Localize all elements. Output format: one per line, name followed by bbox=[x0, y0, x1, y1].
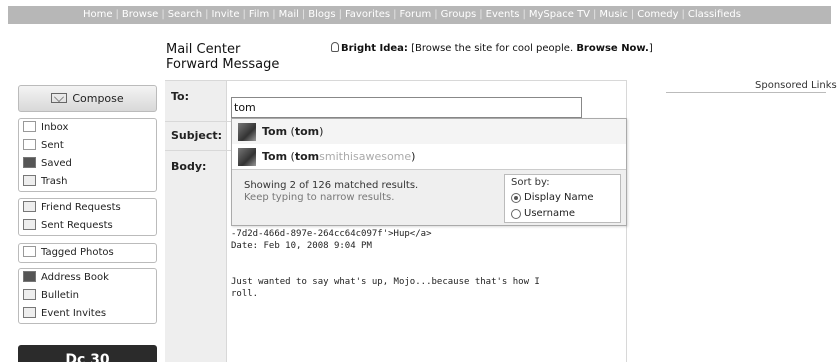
bright-idea-end: ] bbox=[648, 43, 653, 54]
avatar bbox=[238, 123, 256, 141]
nav-link-blogs[interactable]: Blogs bbox=[308, 9, 335, 20]
sidebar-item-label: Bulletin bbox=[41, 290, 79, 301]
sidebar-item-inbox[interactable]: Inbox bbox=[19, 119, 156, 137]
sidebar-item-tagged-photos[interactable]: Tagged Photos bbox=[19, 244, 156, 262]
divider bbox=[165, 80, 627, 81]
nav-link-home[interactable]: Home bbox=[83, 9, 113, 20]
saved-icon bbox=[23, 157, 36, 168]
sidebar-item-address-book[interactable]: Address Book bbox=[19, 269, 156, 287]
sidebar-item-trash[interactable]: Trash bbox=[19, 173, 156, 191]
nav-link-film[interactable]: Film bbox=[249, 9, 269, 20]
tagged-photos-icon bbox=[23, 246, 36, 257]
sidebar-item-label: Event Invites bbox=[41, 308, 107, 319]
autocomplete-result[interactable]: Tom (tom) bbox=[232, 119, 626, 144]
nav-link-classifieds[interactable]: Classifieds bbox=[688, 9, 741, 20]
mail-folders-box: Inbox Sent Saved Trash bbox=[18, 118, 157, 192]
autocomplete-footer: Showing 2 of 126 matched results. Keep t… bbox=[232, 169, 626, 225]
avatar bbox=[238, 148, 256, 166]
sort-display-name-label[interactable]: Display Name bbox=[524, 192, 594, 203]
autocomplete-result[interactable]: Tom (tomsmithisawesome) bbox=[232, 144, 626, 169]
nav-link-search[interactable]: Search bbox=[168, 9, 202, 20]
sidebar-item-label: Trash bbox=[41, 176, 68, 187]
promo-banner[interactable]: Dc 30 bbox=[18, 345, 157, 362]
sponsored-links-label: Sponsored Links bbox=[755, 80, 837, 91]
nav-link-mail[interactable]: Mail bbox=[279, 9, 299, 20]
nav-link-browse[interactable]: Browse bbox=[122, 9, 158, 20]
sort-label: Sort by: bbox=[511, 177, 550, 188]
sort-username-label[interactable]: Username bbox=[524, 208, 575, 219]
form-label-column bbox=[165, 80, 227, 362]
top-nav: Home | Browse | Search | Invite | Film | Mail | Blog… bbox=[0, 0, 839, 30]
page-title-line2: Forward Message bbox=[166, 57, 280, 72]
body-textarea[interactable]: -7d2d-466d-897e-264cc64c097f'>Hup</a> Da… bbox=[231, 228, 626, 362]
nav-link-favorites[interactable]: Favorites bbox=[345, 9, 390, 20]
inbox-icon bbox=[23, 121, 36, 132]
nav-link-music[interactable]: Music bbox=[599, 9, 627, 20]
compose-button[interactable]: Compose bbox=[18, 85, 157, 112]
results-hint: Keep typing to narrow results. bbox=[244, 192, 395, 203]
top-nav-links: Home | Browse | Search | Invite | Film | Mail | Blog… bbox=[83, 9, 741, 20]
sidebar-item-label: Inbox bbox=[41, 122, 69, 133]
other-box: Address Book Bulletin Event Invites bbox=[18, 268, 157, 324]
bulletin-icon bbox=[23, 289, 36, 300]
to-label: To: bbox=[171, 90, 189, 103]
sponsored-divider bbox=[666, 92, 826, 93]
requests-box: Friend Requests Sent Requests bbox=[18, 198, 157, 236]
lightbulb-icon bbox=[331, 42, 339, 52]
sidebar-item-label: Sent bbox=[41, 140, 64, 151]
sidebar-item-bulletin[interactable]: Bulletin bbox=[19, 287, 156, 305]
sent-requests-icon bbox=[23, 219, 36, 230]
page-title-line1: Mail Center bbox=[166, 42, 241, 57]
body-label: Body: bbox=[171, 160, 207, 173]
results-count: Showing 2 of 126 matched results. bbox=[244, 180, 419, 191]
sort-options-box: Sort by: Display Name Username bbox=[504, 174, 621, 223]
nav-link-invite[interactable]: Invite bbox=[211, 9, 239, 20]
bright-idea-text: [Browse the site for cool people. bbox=[407, 43, 577, 54]
compose-label: Compose bbox=[72, 92, 124, 105]
nav-link-forum[interactable]: Forum bbox=[400, 9, 432, 20]
sidebar-item-label: Tagged Photos bbox=[41, 247, 114, 258]
address-book-icon bbox=[23, 271, 36, 282]
subject-label: Subject: bbox=[171, 129, 223, 142]
nav-link-groups[interactable]: Groups bbox=[441, 9, 477, 20]
sidebar-item-label: Sent Requests bbox=[41, 220, 113, 231]
bright-idea: Bright Idea: [Browse the site for cool p… bbox=[331, 42, 653, 54]
sidebar-item-label: Friend Requests bbox=[41, 202, 121, 213]
photos-box: Tagged Photos bbox=[18, 243, 157, 263]
sent-icon bbox=[23, 139, 36, 150]
to-field[interactable] bbox=[231, 97, 582, 118]
recipient-autocomplete: Tom (tom) Tom (tomsmithisawesome) Showin… bbox=[231, 118, 627, 226]
sidebar-item-label: Address Book bbox=[41, 272, 109, 283]
sort-username-radio[interactable] bbox=[511, 209, 521, 219]
nav-link-events[interactable]: Events bbox=[486, 9, 520, 20]
nav-link-comedy[interactable]: Comedy bbox=[637, 9, 678, 20]
friend-requests-icon bbox=[23, 201, 36, 212]
bright-idea-label: Bright Idea: bbox=[341, 43, 408, 54]
sidebar-item-sent[interactable]: Sent bbox=[19, 137, 156, 155]
sidebar-item-sent-requests[interactable]: Sent Requests bbox=[19, 217, 156, 235]
sidebar-item-label: Saved bbox=[41, 158, 72, 169]
event-invites-icon bbox=[23, 307, 36, 318]
browse-now-link[interactable]: Browse Now. bbox=[576, 43, 649, 54]
sidebar-item-saved[interactable]: Saved bbox=[19, 155, 156, 173]
sidebar-item-friend-requests[interactable]: Friend Requests bbox=[19, 199, 156, 217]
page-title: Mail Center Forward Message bbox=[166, 42, 279, 72]
sort-display-name-radio[interactable] bbox=[511, 193, 521, 203]
nav-link-myspace-tv[interactable]: MySpace TV bbox=[529, 9, 590, 20]
compose-envelope-icon bbox=[51, 93, 68, 103]
trash-icon bbox=[23, 175, 36, 186]
sidebar-item-event-invites[interactable]: Event Invites bbox=[19, 305, 156, 323]
